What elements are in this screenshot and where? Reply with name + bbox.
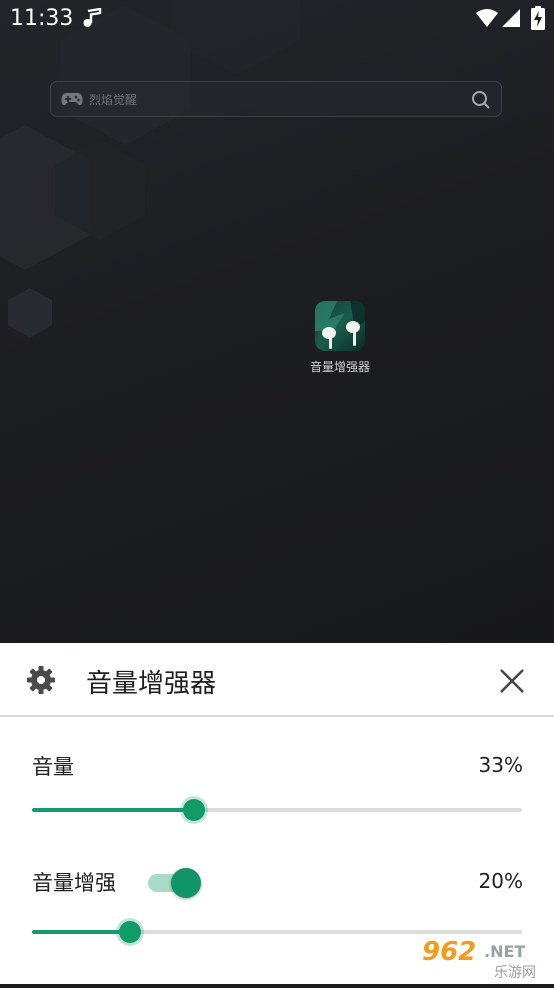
earbuds-app-icon (315, 301, 365, 351)
wifi-icon (476, 9, 498, 27)
volume-percent: 33% (478, 753, 523, 777)
header-divider (0, 715, 554, 717)
volume-slider-thumb[interactable] (182, 799, 205, 821)
signal-icon (502, 9, 520, 27)
search-bar[interactable]: 烈焰觉醒 (50, 81, 502, 117)
sheet-title: 音量增强器 (86, 669, 217, 699)
sheet-header: 音量增强器 (0, 643, 554, 715)
search-placeholder: 烈焰觉醒 (89, 93, 138, 107)
close-icon[interactable] (497, 666, 527, 696)
battery-charging-icon (531, 6, 545, 30)
music-note-icon (83, 8, 102, 27)
svg-text:.NET: .NET (484, 942, 525, 961)
boost-slider-fill (32, 930, 130, 934)
volume-slider[interactable] (32, 799, 522, 821)
earbuds-icon (315, 301, 365, 349)
boost-toggle[interactable] (148, 868, 201, 898)
volume-label: 音量 (32, 755, 74, 779)
gamepad-icon (61, 93, 83, 106)
watermark-logo: 962 .NET 乐游网 (414, 930, 554, 984)
status-time: 11:33 (10, 6, 74, 31)
gear-icon[interactable] (26, 665, 56, 695)
volume-slider-fill (32, 808, 194, 812)
svg-text:962: 962 (422, 937, 476, 967)
app-icon-volume-booster[interactable]: 音量增强器 (302, 301, 378, 375)
boost-toggle-knob (171, 868, 201, 898)
search-icon[interactable] (471, 90, 491, 110)
boost-label: 音量增强 (32, 871, 116, 895)
boost-percent: 20% (478, 869, 523, 893)
svg-text:乐游网: 乐游网 (494, 965, 536, 981)
boost-slider-thumb[interactable] (119, 921, 141, 943)
status-bar: 11:33 (0, 0, 554, 38)
watermark-962-logo: 962 .NET 乐游网 (416, 934, 552, 982)
app-icon-label: 音量增强器 (309, 360, 370, 374)
